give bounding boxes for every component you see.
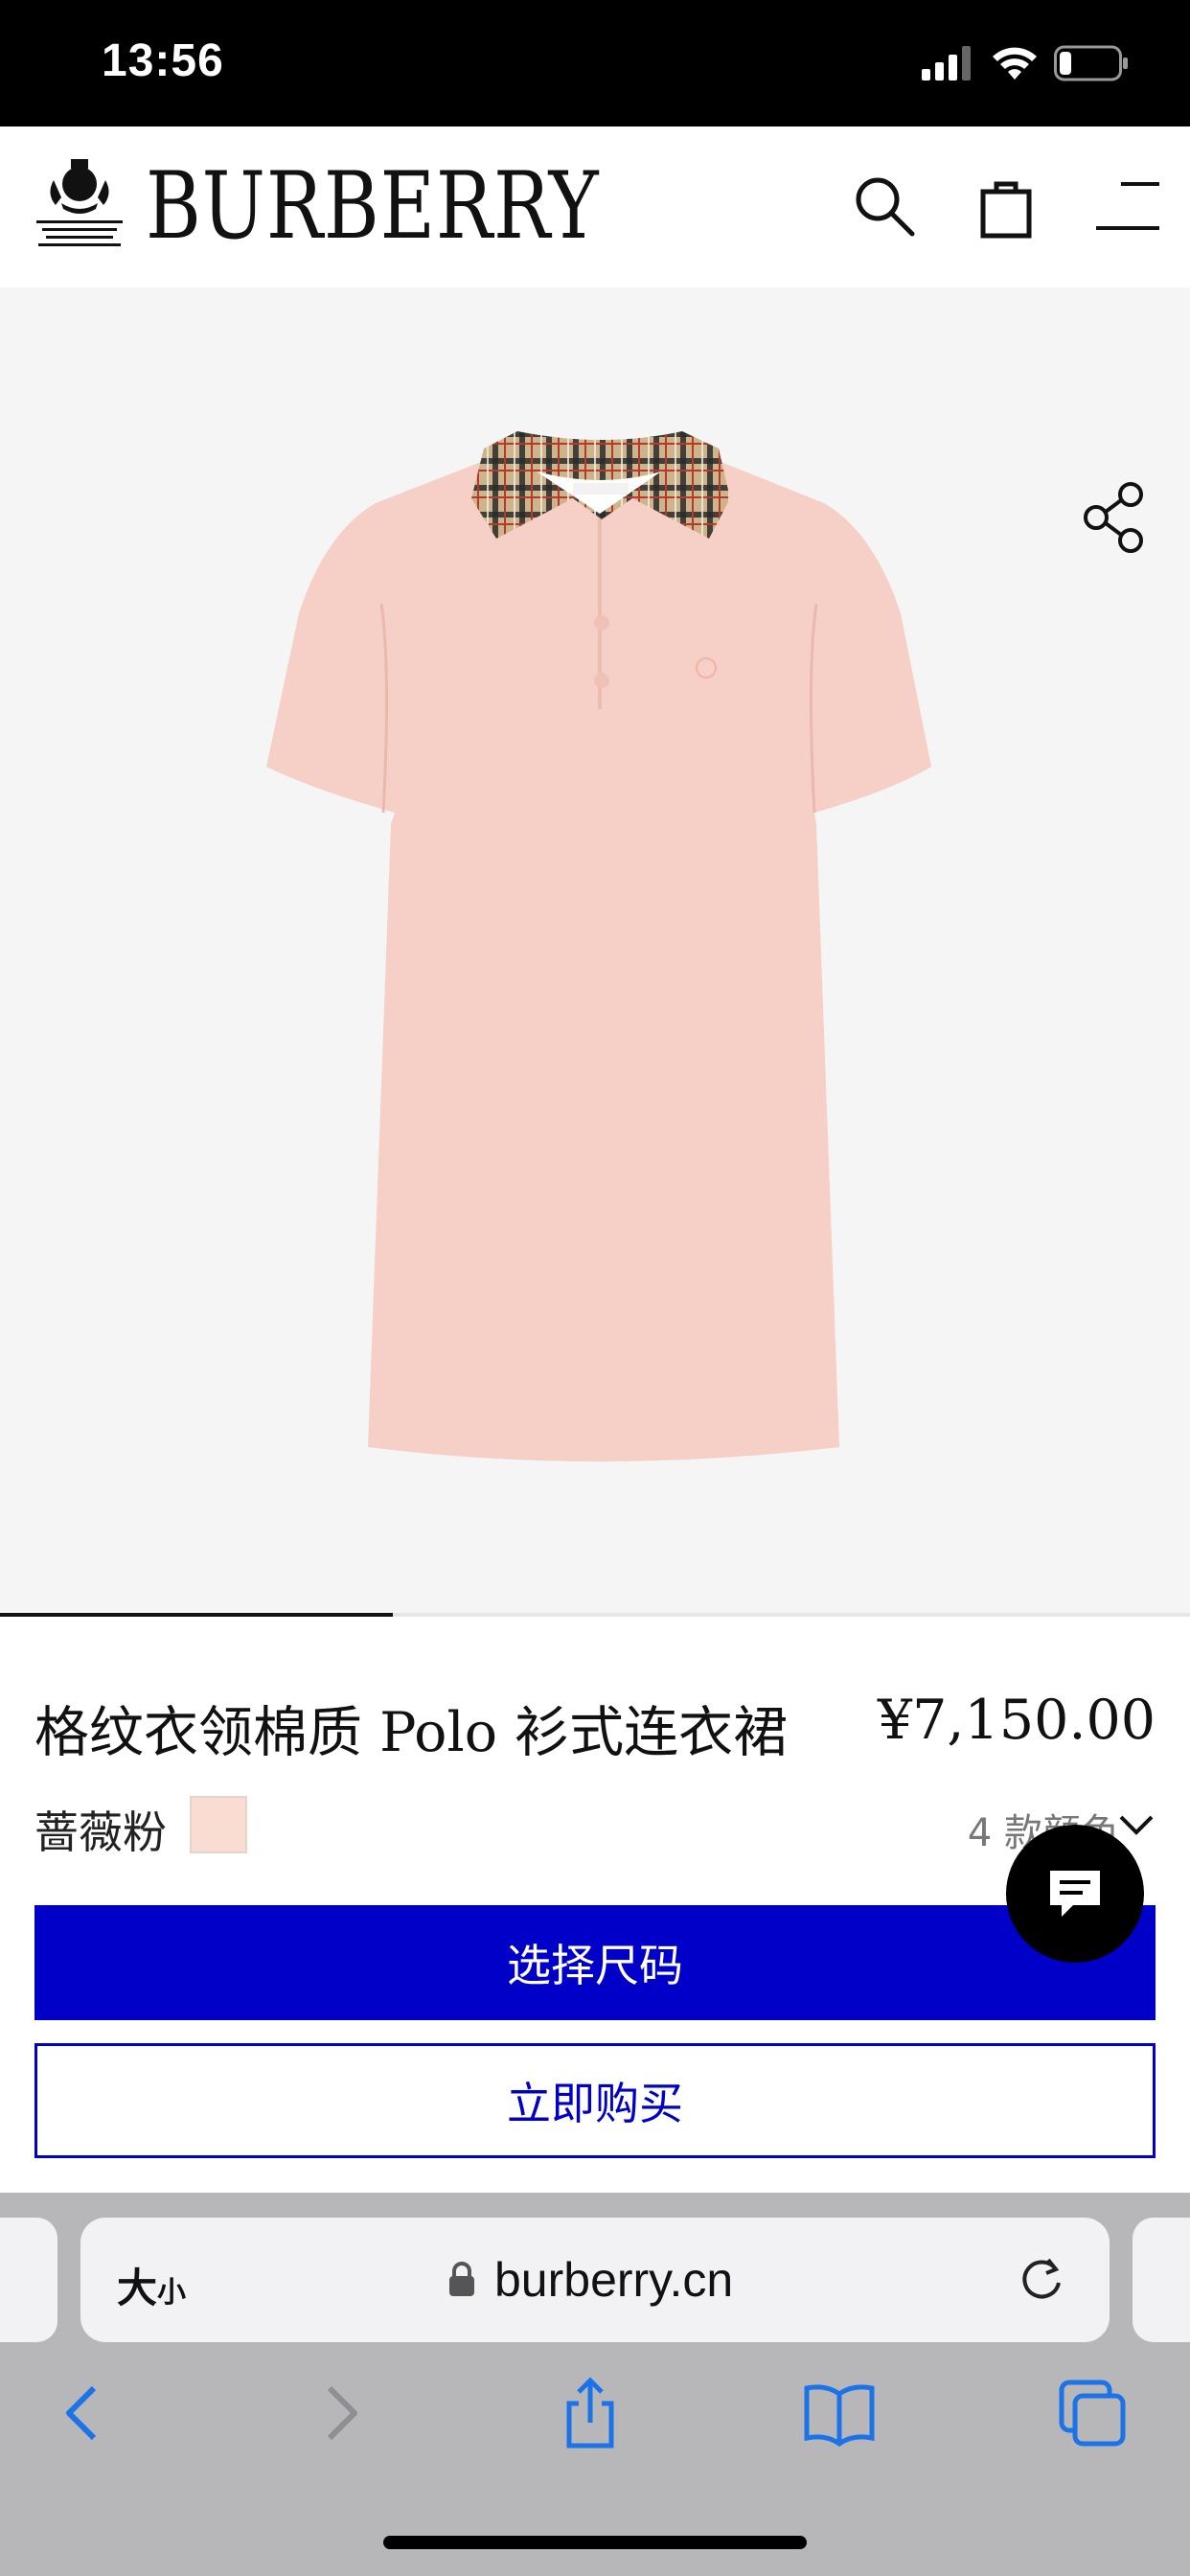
product-image-carousel[interactable]	[0, 288, 1190, 1617]
status-bar: 13:56	[0, 0, 1190, 126]
url-text[interactable]: burberry.cn	[494, 2252, 733, 2308]
product-title: 格纹衣领棉质 Polo 衫式连衣裙	[34, 1701, 789, 1764]
cellular-signal-icon	[922, 46, 971, 80]
menu-icon[interactable]	[1092, 172, 1161, 242]
site-header: BURBERRY	[0, 126, 1190, 288]
brand-wordmark[interactable]: BURBERRY	[146, 153, 599, 260]
share-icon[interactable]	[1077, 479, 1154, 556]
previous-tab-preview[interactable]	[0, 2218, 57, 2342]
chat-icon	[1050, 1871, 1100, 1917]
color-swatch[interactable]	[190, 1796, 247, 1853]
carousel-progress-track	[0, 1613, 1190, 1617]
reload-icon[interactable]	[1016, 2254, 1067, 2306]
battery-icon	[1054, 45, 1128, 81]
carousel-progress-indicator	[0, 1613, 393, 1617]
lock-icon	[449, 2262, 474, 2296]
selected-color-name: 蔷薇粉	[34, 1806, 167, 1858]
bookmarks-icon[interactable]	[801, 2375, 878, 2451]
back-icon[interactable]	[46, 2375, 123, 2451]
select-size-button[interactable]: 选择尺码	[34, 1905, 1156, 2020]
chat-button[interactable]	[1006, 1825, 1144, 1963]
tabs-icon[interactable]	[1054, 2375, 1131, 2451]
text-size-large-label: 大	[117, 2265, 158, 2312]
chevron-down-icon[interactable]	[1117, 1806, 1156, 1844]
status-icons	[922, 42, 1131, 84]
royal-warrant-crest-logo[interactable]	[33, 155, 126, 257]
product-price: ¥7,150.00	[877, 1689, 1156, 1752]
share-sheet-icon[interactable]	[552, 2375, 629, 2451]
product-image-dress	[266, 431, 931, 1461]
text-size-small-label: 小	[157, 2276, 187, 2310]
text-size-button[interactable]: 大小	[117, 2256, 186, 2314]
search-icon[interactable]	[851, 172, 920, 242]
buy-now-button[interactable]: 立即购买	[34, 2043, 1156, 2158]
address-bar[interactable]: 大小 burberry.cn	[80, 2218, 1110, 2342]
status-time: 13:56	[102, 35, 224, 86]
forward-icon[interactable]	[301, 2375, 378, 2451]
home-indicator	[383, 2536, 807, 2549]
next-tab-preview[interactable]	[1133, 2218, 1190, 2342]
shopping-bag-icon[interactable]	[972, 172, 1041, 242]
wifi-icon	[993, 47, 1037, 80]
